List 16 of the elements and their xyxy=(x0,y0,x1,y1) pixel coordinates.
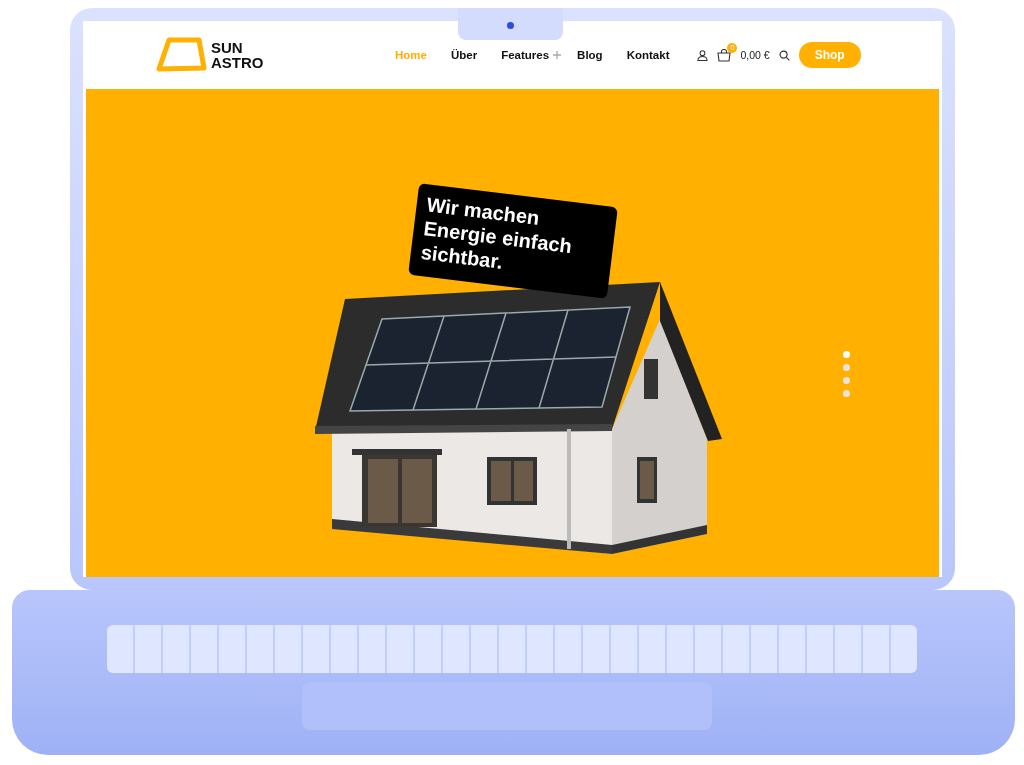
logo-icon xyxy=(155,37,207,73)
nav-link[interactable]: Blog xyxy=(577,49,603,61)
slider-dot[interactable] xyxy=(843,364,850,371)
slider-dot[interactable] xyxy=(843,390,850,397)
search-icon[interactable] xyxy=(778,49,790,61)
nav-link[interactable]: Features xyxy=(501,49,550,61)
slider-dot[interactable] xyxy=(843,351,850,358)
logo-text[interactable]: SUN ASTRO xyxy=(211,40,264,70)
cart-total[interactable]: 0,00 € xyxy=(740,49,770,61)
hero-headline: Wir machen Energie einfach sichtbar. xyxy=(419,192,575,275)
shopping-bag-icon[interactable] xyxy=(717,48,732,62)
nav-link[interactable]: Kontakt xyxy=(626,49,670,61)
nav-link[interactable]: Über xyxy=(450,49,478,61)
user-icon[interactable] xyxy=(697,49,709,61)
plus-icon[interactable] xyxy=(553,51,562,59)
slider-dot[interactable] xyxy=(843,377,850,384)
